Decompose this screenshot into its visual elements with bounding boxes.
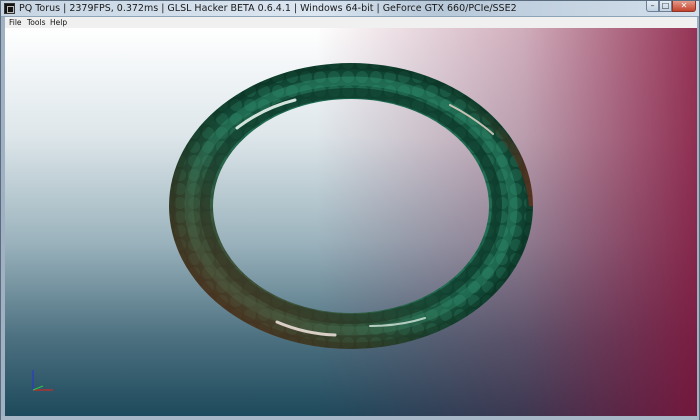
- minimize-button[interactable]: –: [646, 1, 659, 12]
- torus-render: [165, 58, 537, 358]
- window-bottom-border: [1, 416, 699, 420]
- menu-bar: File Tools Help: [5, 17, 697, 28]
- axis-gizmo-icon: [32, 370, 53, 391]
- app-window: PQ Torus | 2379FPS, 0.372ms | GLSL Hacke…: [0, 0, 700, 420]
- menu-tools[interactable]: Tools: [27, 17, 45, 28]
- close-button[interactable]: ✕: [672, 1, 696, 12]
- maximize-button[interactable]: □: [659, 1, 672, 12]
- torus-ring: [165, 58, 537, 358]
- app-icon: [4, 3, 15, 14]
- window-title: PQ Torus | 2379FPS, 0.372ms | GLSL Hacke…: [19, 3, 517, 14]
- menu-help[interactable]: Help: [50, 17, 67, 28]
- title-bar[interactable]: PQ Torus | 2379FPS, 0.372ms | GLSL Hacke…: [1, 1, 699, 17]
- render-viewport[interactable]: [5, 28, 697, 416]
- menu-file[interactable]: File: [9, 17, 22, 28]
